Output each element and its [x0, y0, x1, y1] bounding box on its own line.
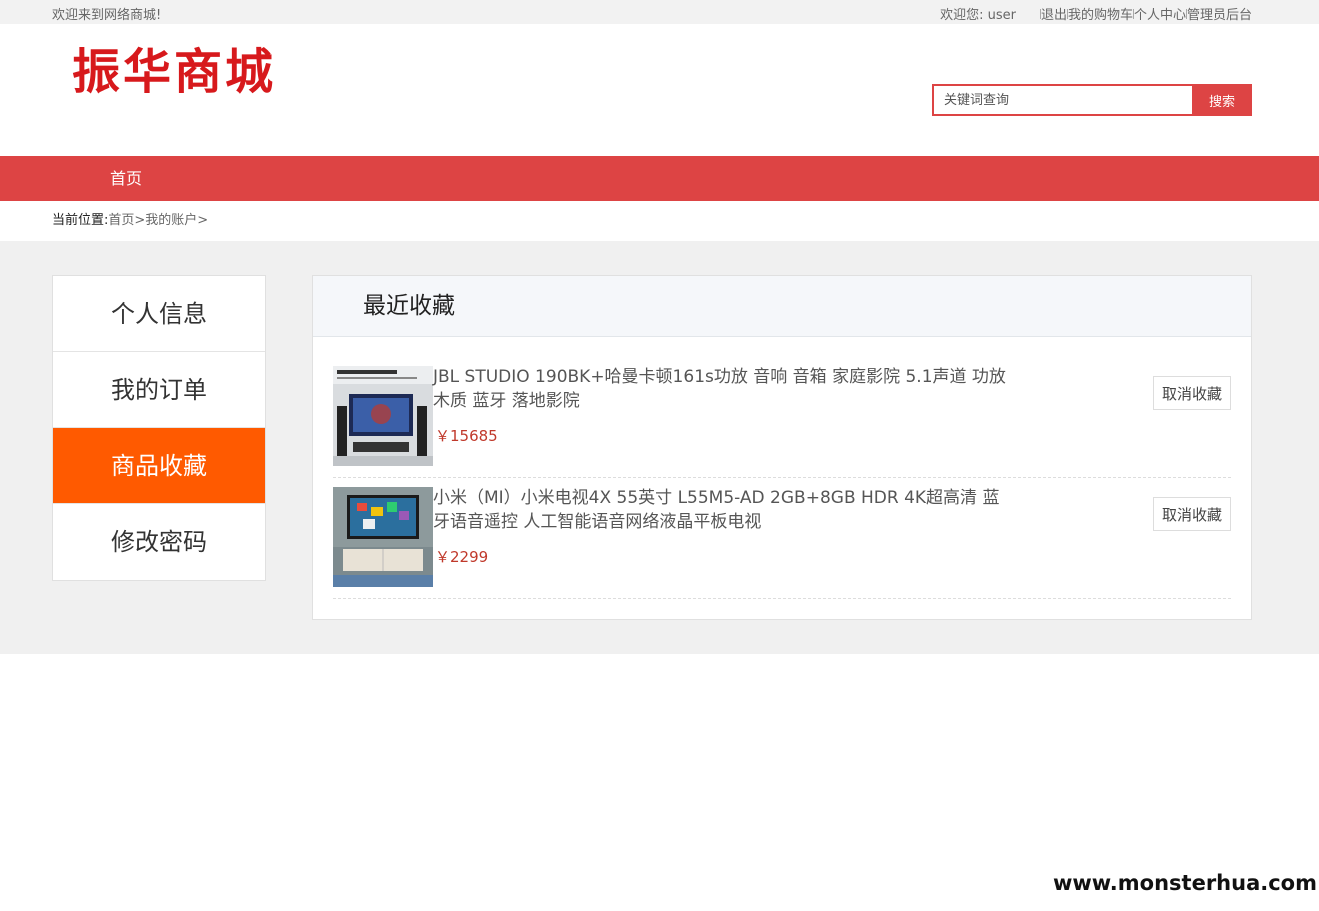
list-item: JBL STUDIO 190BK+哈曼卡顿161s功放 音响 音箱 家庭影院 5…: [333, 357, 1231, 478]
account-sidebar: 个人信息 我的订单 商品收藏 修改密码: [52, 275, 266, 581]
product-price: ￥15685: [435, 427, 498, 445]
breadcrumb: 当前位置:首页>我的账户>: [0, 201, 1319, 241]
product-image-tv[interactable]: [333, 487, 433, 587]
sidebar-item-favorites[interactable]: 商品收藏: [53, 428, 265, 504]
welcome-text: 欢迎来到网络商城!: [52, 8, 162, 23]
product-name[interactable]: JBL STUDIO 190BK+哈曼卡顿161s功放 音响 音箱 家庭影院 5…: [433, 365, 1013, 413]
product-price: ￥2299: [435, 548, 489, 566]
search-button[interactable]: 搜索: [1192, 84, 1252, 116]
cancel-favorite-button[interactable]: 取消收藏: [1153, 376, 1231, 410]
nav-home[interactable]: 首页: [110, 156, 142, 201]
site-logo[interactable]: 振华商城: [72, 42, 276, 102]
top-bar: 欢迎来到网络商城! 欢迎您: user 退出 我的购物车 个人中心 管理员后台: [0, 0, 1319, 24]
list-item: 小米（MI）小米电视4X 55英寸 L55M5-AD 2GB+8GB HDR 4…: [333, 478, 1231, 599]
product-name[interactable]: 小米（MI）小米电视4X 55英寸 L55M5-AD 2GB+8GB HDR 4…: [433, 486, 1013, 534]
main-content: 个人信息 我的订单 商品收藏 修改密码 最近收藏 JBL STUDIO 190B…: [0, 241, 1319, 654]
panel-title: 最近收藏: [313, 276, 1251, 337]
breadcrumb-label: 当前位置:: [52, 213, 109, 228]
sidebar-item-password[interactable]: 修改密码: [53, 504, 265, 580]
user-greeting: 欢迎您: user: [940, 8, 1016, 23]
favorites-list: JBL STUDIO 190BK+哈曼卡顿161s功放 音响 音箱 家庭影院 5…: [313, 337, 1251, 599]
sidebar-item-profile[interactable]: 个人信息: [53, 276, 265, 352]
watermark: www.monsterhua.com: [1052, 871, 1317, 895]
top-links: 欢迎您: user 退出 我的购物车 个人中心 管理员后台: [940, 4, 1252, 23]
favorites-panel: 最近收藏 JBL STUDIO 190BK+哈曼卡顿161s功放 音响 音箱 家…: [312, 275, 1252, 620]
sidebar-item-orders[interactable]: 我的订单: [53, 352, 265, 428]
product-image-speaker[interactable]: [333, 366, 433, 466]
search-input[interactable]: [932, 84, 1192, 116]
cart-link[interactable]: 我的购物车: [1068, 4, 1133, 23]
admin-link[interactable]: 管理员后台: [1187, 4, 1252, 23]
cancel-favorite-button[interactable]: 取消收藏: [1153, 497, 1231, 531]
search-bar: 搜索: [932, 84, 1252, 116]
logout-link[interactable]: 退出: [1041, 4, 1067, 23]
profile-link[interactable]: 个人中心: [1134, 4, 1186, 23]
breadcrumb-path[interactable]: 首页>我的账户>: [108, 213, 208, 228]
header: 振华商城 搜索: [0, 24, 1319, 156]
main-nav: 首页: [0, 156, 1319, 201]
